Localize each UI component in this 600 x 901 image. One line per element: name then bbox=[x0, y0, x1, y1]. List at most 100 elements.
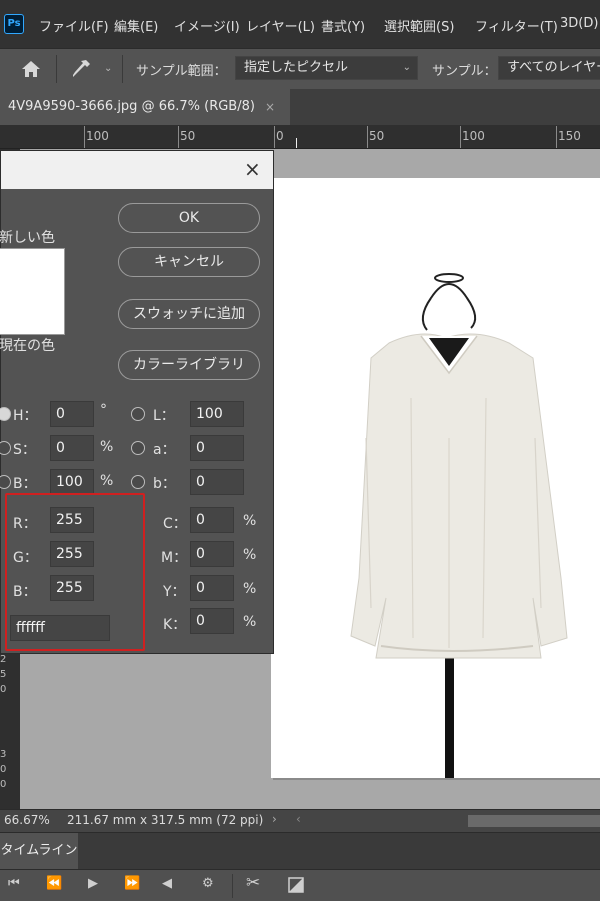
current-color-label: 現在の色 bbox=[0, 338, 55, 354]
menu-edit[interactable]: 編集(E) bbox=[114, 16, 158, 35]
ruler-label: 0 bbox=[276, 129, 284, 143]
photoshop-logo-icon: Ps bbox=[4, 14, 24, 34]
menu-file[interactable]: ファイル(F) bbox=[39, 16, 109, 35]
settings-gear-icon[interactable]: ⚙ bbox=[202, 876, 214, 891]
k-field[interactable]: 0 bbox=[190, 608, 234, 634]
audio-icon[interactable]: ◀ bbox=[162, 876, 172, 891]
document-size: 211.67 mm x 317.5 mm (72 ppi) bbox=[67, 813, 264, 827]
ruler-tick bbox=[274, 126, 275, 148]
a-field[interactable]: 0 bbox=[190, 435, 244, 461]
document-canvas[interactable] bbox=[271, 178, 600, 778]
ruler-tick bbox=[556, 126, 557, 148]
s-unit: % bbox=[100, 439, 114, 455]
status-bar: 66.67% 211.67 mm x 317.5 mm (72 ppi) › ‹ bbox=[0, 809, 600, 832]
tool-preset-chevron-down-icon[interactable]: ⌄ bbox=[104, 63, 112, 74]
document-tab[interactable]: 4V9A9590-3666.jpg @ 66.7% (RGB/8) × bbox=[0, 89, 290, 125]
eyedropper-icon[interactable] bbox=[70, 58, 92, 80]
sample-range-select[interactable]: 指定したピクセル ⌄ bbox=[235, 56, 418, 80]
s-field[interactable]: 0 bbox=[50, 435, 94, 461]
add-to-swatches-button[interactable]: スウォッチに追加 bbox=[118, 299, 260, 329]
c-unit: % bbox=[243, 513, 257, 529]
c-label: C： bbox=[163, 516, 187, 532]
r-field[interactable]: 255 bbox=[50, 507, 94, 533]
l-label: L： bbox=[153, 408, 175, 424]
hex-field[interactable]: ffffff bbox=[10, 615, 110, 641]
ruler-label: 100 bbox=[86, 129, 109, 143]
divider bbox=[232, 874, 233, 898]
g-label: G： bbox=[13, 550, 38, 566]
b-label: B： bbox=[13, 476, 37, 492]
c-field[interactable]: 0 bbox=[190, 507, 234, 533]
sample-label: サンプル： bbox=[432, 64, 497, 79]
menu-layer[interactable]: レイヤー(L) bbox=[246, 16, 315, 35]
chevron-left-icon[interactable]: ‹ bbox=[296, 812, 301, 826]
document-tab-bar: 4V9A9590-3666.jpg @ 66.7% (RGB/8) × bbox=[0, 89, 600, 125]
lab-b-label: b： bbox=[153, 476, 176, 492]
cancel-button[interactable]: キャンセル bbox=[118, 247, 260, 277]
previous-frame-icon[interactable]: ⏪ bbox=[46, 876, 62, 891]
s-radio[interactable] bbox=[0, 441, 11, 455]
play-icon[interactable]: ▶ bbox=[88, 876, 98, 891]
home-icon[interactable] bbox=[20, 59, 42, 79]
a-label: a： bbox=[153, 442, 176, 458]
h-radio[interactable] bbox=[0, 407, 11, 421]
ruler-label: 50 bbox=[180, 129, 196, 143]
lab-b-radio[interactable] bbox=[131, 475, 145, 489]
transition-icon[interactable] bbox=[288, 877, 304, 893]
options-bar: ⌄ サンプル範囲： 指定したピクセル ⌄ サンプル： すべてのレイヤー bbox=[0, 48, 600, 90]
scissors-icon[interactable]: ✂ bbox=[246, 873, 260, 893]
sample-select[interactable]: すべてのレイヤー bbox=[498, 56, 600, 80]
ruler-tick bbox=[84, 126, 85, 148]
ruler-label: 2 bbox=[0, 654, 7, 665]
divider bbox=[56, 55, 57, 83]
blouse-on-mannequin-image bbox=[350, 273, 568, 778]
timeline-panel-header: タイムライン bbox=[0, 832, 600, 869]
l-field[interactable]: 100 bbox=[190, 401, 244, 427]
h-label: H： bbox=[13, 408, 38, 424]
color-picker-dialog: × 新しい色 現在の色 OK キャンセル スウォッチに追加 カラーライブラリ H… bbox=[0, 150, 274, 654]
ruler-tick bbox=[367, 126, 368, 148]
menu-image[interactable]: イメージ(I) bbox=[174, 16, 240, 35]
ruler-tick bbox=[460, 126, 461, 148]
y-field[interactable]: 0 bbox=[190, 575, 234, 601]
b-field[interactable]: 100 bbox=[50, 469, 94, 495]
r-label: R： bbox=[13, 516, 37, 532]
b-radio[interactable] bbox=[0, 475, 11, 489]
horizontal-ruler: 100 50 0 50 100 150 bbox=[0, 125, 600, 149]
s-label: S： bbox=[13, 442, 36, 458]
current-color-swatch[interactable] bbox=[0, 294, 65, 335]
ok-button[interactable]: OK bbox=[118, 203, 260, 233]
next-frame-icon[interactable]: ⏩ bbox=[124, 876, 140, 891]
rgb-b-field[interactable]: 255 bbox=[50, 575, 94, 601]
l-radio[interactable] bbox=[131, 407, 145, 421]
first-frame-icon[interactable]: ⏮ bbox=[8, 876, 20, 891]
close-icon[interactable]: × bbox=[244, 157, 261, 181]
new-color-label: 新しい色 bbox=[0, 230, 55, 246]
a-radio[interactable] bbox=[131, 441, 145, 455]
timeline-controls: ⏮ ⏪ ▶ ⏩ ◀ ⚙ ✂ bbox=[0, 869, 600, 901]
menu-bar: Ps ファイル(F) 編集(E) イメージ(I) レイヤー(L) 書式(Y) 選… bbox=[0, 0, 600, 48]
menu-3d[interactable]: 3D(D) bbox=[560, 16, 598, 31]
ruler-tick bbox=[178, 126, 179, 148]
horizontal-scrollbar[interactable] bbox=[468, 815, 600, 827]
menu-type[interactable]: 書式(Y) bbox=[321, 16, 365, 35]
chevron-right-icon[interactable]: › bbox=[272, 812, 277, 826]
ruler-label: 0 bbox=[0, 684, 7, 695]
m-field[interactable]: 0 bbox=[190, 541, 234, 567]
close-tab-icon[interactable]: × bbox=[265, 89, 275, 125]
menu-filter[interactable]: フィルター(T) bbox=[475, 16, 558, 35]
timeline-tab[interactable]: タイムライン bbox=[0, 833, 78, 869]
color-libraries-button[interactable]: カラーライブラリ bbox=[118, 350, 260, 380]
h-field[interactable]: 0 bbox=[50, 401, 94, 427]
ruler-label: 0 bbox=[0, 779, 7, 790]
sample-range-value: 指定したピクセル bbox=[244, 60, 349, 75]
zoom-level[interactable]: 66.67% bbox=[4, 813, 50, 827]
ruler-cursor-marker bbox=[296, 138, 297, 148]
g-field[interactable]: 255 bbox=[50, 541, 94, 567]
ruler-label: 100 bbox=[462, 129, 485, 143]
lab-b-field[interactable]: 0 bbox=[190, 469, 244, 495]
ruler-label: 3 bbox=[0, 749, 7, 760]
rgb-b-label: B： bbox=[13, 584, 37, 600]
dialog-titlebar: × bbox=[1, 151, 273, 189]
menu-select[interactable]: 選択範囲(S) bbox=[384, 16, 454, 35]
